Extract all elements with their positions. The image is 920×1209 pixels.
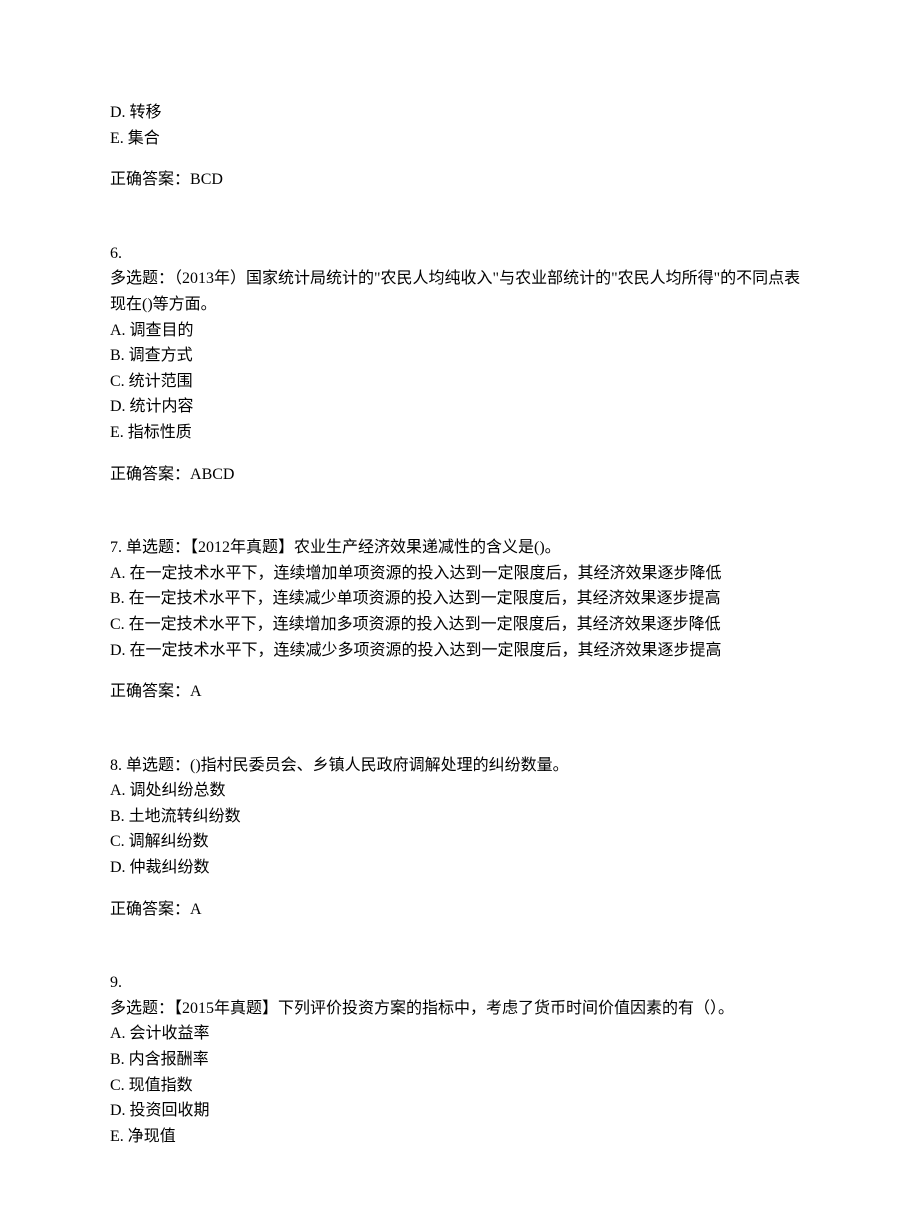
option-b: B. 在一定技术水平下，连续减少单项资源的投入达到一定限度后，其经济效果逐步提高 xyxy=(110,586,810,612)
option-e: E. 集合 xyxy=(110,126,810,152)
option-b: B. 调查方式 xyxy=(110,343,810,369)
question-number: 6. xyxy=(110,241,810,267)
option-c: C. 调解纠纷数 xyxy=(110,829,810,855)
option-d: D. 在一定技术水平下，连续减少多项资源的投入达到一定限度后，其经济效果逐步提高 xyxy=(110,638,810,664)
question-text: 【2015年真题】下列评价投资方案的指标中，考虑了货币时间价值因素的有（）。 xyxy=(174,1000,734,1017)
option-d: D. 投资回收期 xyxy=(110,1098,810,1124)
option-d: D. 统计内容 xyxy=(110,394,810,420)
option-c: C. 在一定技术水平下，连续增加多项资源的投入达到一定限度后，其经济效果逐步降低 xyxy=(110,612,810,638)
question-stem: 多选题：【2015年真题】下列评价投资方案的指标中，考虑了货币时间价值因素的有（… xyxy=(110,996,810,1022)
question-number: 9. xyxy=(110,970,810,996)
question-text: （2013年）国家统计局统计的"农民人均纯收入"与农业部统计的"农民人均所得"的… xyxy=(110,270,800,313)
answer-label: 正确答案： xyxy=(110,901,190,918)
answer-label: 正确答案： xyxy=(110,171,190,188)
option-d: D. 仲裁纠纷数 xyxy=(110,855,810,881)
answer-line: 正确答案：BCD xyxy=(110,167,810,193)
option-c: C. 统计范围 xyxy=(110,369,810,395)
answer-label: 正确答案： xyxy=(110,683,190,700)
answer-value: A xyxy=(190,683,202,700)
option-a: A. 会计收益率 xyxy=(110,1021,810,1047)
option-a: A. 调处纠纷总数 xyxy=(110,778,810,804)
question-header: 8. 单选题：()指村民委员会、乡镇人民政府调解处理的纠纷数量。 xyxy=(110,753,810,779)
option-e: E. 净现值 xyxy=(110,1124,810,1150)
answer-value: ABCD xyxy=(190,466,234,483)
option-b: B. 土地流转纠纷数 xyxy=(110,804,810,830)
question-header: 7. 单选题：【2012年真题】农业生产经济效果递减性的含义是()。 xyxy=(110,535,810,561)
answer-value: BCD xyxy=(190,171,223,188)
option-c: C. 现值指数 xyxy=(110,1073,810,1099)
option-b: B. 内含报酬率 xyxy=(110,1047,810,1073)
answer-value: A xyxy=(190,901,202,918)
answer-line: 正确答案：ABCD xyxy=(110,462,810,488)
answer-line: 正确答案：A xyxy=(110,897,810,923)
answer-label: 正确答案： xyxy=(110,466,190,483)
option-d: D. 转移 xyxy=(110,100,810,126)
question-type: 多选题： xyxy=(110,1000,174,1017)
answer-line: 正确答案：A xyxy=(110,679,810,705)
option-a: A. 调查目的 xyxy=(110,318,810,344)
question-stem: 多选题：（2013年）国家统计局统计的"农民人均纯收入"与农业部统计的"农民人均… xyxy=(110,266,810,317)
question-type: 多选题： xyxy=(110,270,174,287)
option-e: E. 指标性质 xyxy=(110,420,810,446)
option-a: A. 在一定技术水平下，连续增加单项资源的投入达到一定限度后，其经济效果逐步降低 xyxy=(110,561,810,587)
